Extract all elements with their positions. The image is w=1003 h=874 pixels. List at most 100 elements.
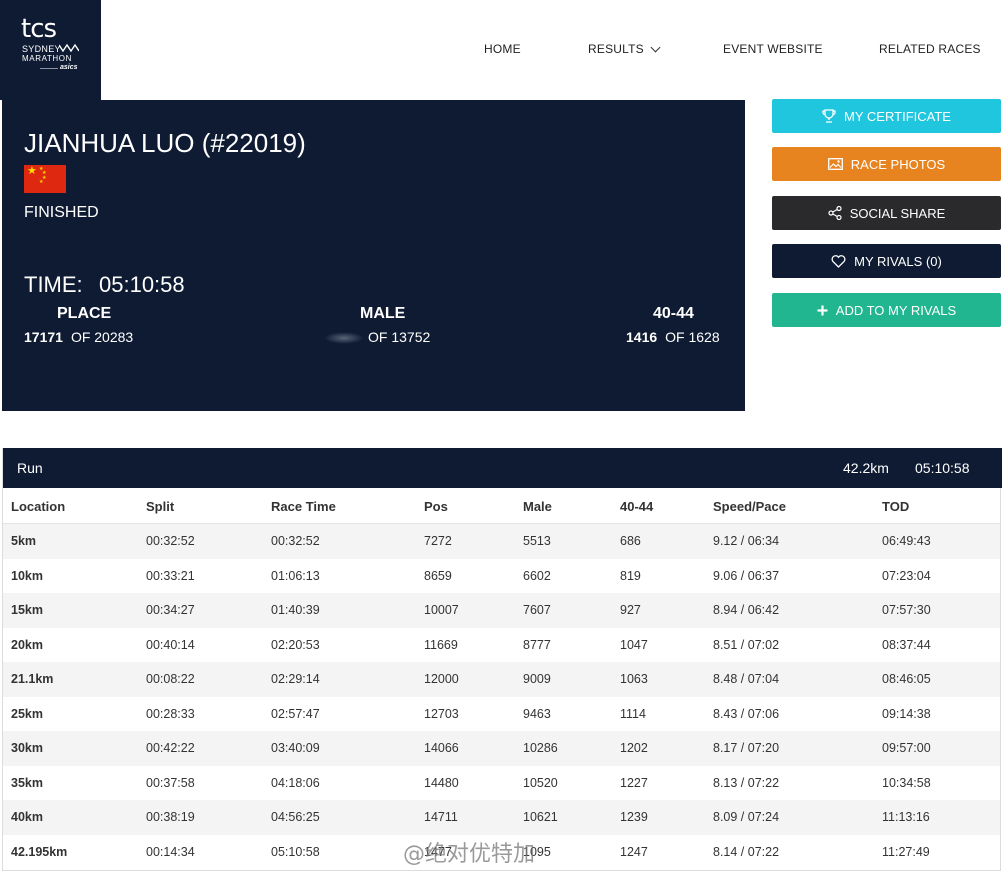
table-row: 5km 00:32:52 00:32:52 7272 5513 686 9.12…: [3, 524, 1000, 559]
cell-speed-pace: 8.13 / 07:22: [713, 775, 780, 790]
add-to-rivals-button[interactable]: ADD TO MY RIVALS: [772, 293, 1001, 327]
cell-male: 6602: [523, 568, 551, 583]
table-row: 21.1km 00:08:22 02:29:14 12000 9009 1063…: [3, 662, 1000, 697]
cell-male: 8777: [523, 637, 551, 652]
cell-male: 9009: [523, 672, 551, 686]
cell-speed-pace: 8.51 / 07:02: [713, 637, 780, 652]
table-row: 15km 00:34:27 01:40:39 10007 7607 927 8.…: [3, 593, 1000, 628]
age-group-rank: 1416: [626, 329, 658, 345]
cell-position: 10007: [424, 603, 459, 617]
cell-tod: 11:27:49: [882, 844, 930, 859]
cell-race-time: 02:29:14: [271, 672, 320, 686]
photo-icon: [827, 158, 843, 170]
my-rivals-button[interactable]: MY RIVALS (0): [772, 244, 1001, 278]
race-photos-button[interactable]: RACE PHOTOS: [772, 147, 1001, 181]
cell-race-time: 02:57:47: [271, 706, 320, 721]
nav-event-website[interactable]: EVENT WEBSITE: [723, 42, 823, 56]
table-row: 30km 00:42:22 03:40:09 14066 10286 1202 …: [3, 731, 1000, 766]
nav-related-races[interactable]: RELATED RACES: [879, 42, 981, 56]
cell-male: 10520: [523, 775, 558, 790]
cell-age-group: 1063: [620, 672, 648, 686]
plus-icon: [817, 305, 828, 315]
cell-age-group: 1247: [620, 844, 648, 859]
cell-speed-pace: 8.48 / 07:04: [713, 672, 780, 686]
athlete-summary-panel: JIANHUA LUO (#22019) ★ ★ ★ ★ ★ FINISHED …: [2, 100, 745, 411]
watermark-text: @绝对优特加: [403, 842, 536, 867]
cell-male: 10621: [523, 810, 558, 824]
cell-tod: 07:57:30: [882, 603, 931, 617]
finish-status: FINISHED: [24, 204, 99, 221]
col-split[interactable]: Split: [146, 499, 174, 514]
cell-location: 40km: [11, 810, 43, 824]
nav-results-label: RESULTS: [588, 42, 644, 56]
table-row: 20km 00:40:14 02:20:53 11669 8777 1047 8…: [3, 628, 1000, 663]
run-distance: 42.2km: [843, 460, 889, 476]
cell-tod: 11:13:16: [882, 810, 930, 824]
cell-location: 25km: [11, 706, 43, 721]
cell-male: 5513: [523, 534, 551, 548]
social-share-button[interactable]: SOCIAL SHARE: [772, 196, 1001, 230]
cell-position: 11669: [424, 637, 458, 652]
cell-race-time: 04:18:06: [271, 775, 320, 790]
cell-speed-pace: 8.09 / 07:24: [713, 810, 780, 824]
col-speed-pace[interactable]: Speed/Pace: [713, 499, 786, 514]
cell-age-group: 1047: [620, 637, 648, 652]
cell-speed-pace: 8.17 / 07:20: [713, 741, 780, 755]
race-photos-label: RACE PHOTOS: [850, 156, 946, 172]
cell-age-group: 1239: [620, 810, 648, 824]
cell-tod: 09:14:38: [882, 706, 931, 721]
logo-tcs-text: tcs: [21, 14, 57, 44]
col-age-group[interactable]: 40-44: [620, 499, 653, 514]
gender-rank-blurred: [324, 332, 364, 345]
cell-race-time: 04:56:25: [271, 810, 320, 824]
table-row: 40km 00:38:19 04:56:25 14711 10621 1239 …: [3, 800, 1000, 835]
cell-position: 12703: [424, 706, 459, 721]
time-label: TIME:: [24, 272, 83, 297]
nav-results[interactable]: RESULTS: [588, 42, 661, 56]
cell-location: 30km: [11, 741, 43, 755]
cell-male: 7607: [523, 603, 551, 617]
cell-race-time: 01:40:39: [271, 603, 320, 617]
place-stat: 17171 OF 20283: [24, 329, 133, 345]
col-location[interactable]: Location: [11, 499, 65, 514]
table-body: 5km 00:32:52 00:32:52 7272 5513 686 9.12…: [3, 524, 1000, 869]
my-certificate-label: MY CERTIFICATE: [844, 108, 951, 124]
cell-tod: 06:49:43: [882, 534, 931, 548]
cell-age-group: 819: [620, 568, 641, 583]
table-row: 25km 00:28:33 02:57:47 12703 9463 1114 8…: [3, 697, 1000, 732]
cell-race-time: 03:40:09: [271, 741, 320, 755]
cell-tod: 07:23:04: [882, 568, 931, 583]
col-tod[interactable]: TOD: [882, 499, 909, 514]
cell-speed-pace: 9.06 / 06:37: [713, 568, 780, 583]
col-male[interactable]: Male: [523, 499, 552, 514]
nav-home[interactable]: HOME: [484, 42, 521, 56]
cell-split: 00:38:19: [146, 810, 195, 824]
cell-male: 10286: [523, 741, 558, 755]
cell-split: 00:40:14: [146, 637, 195, 652]
cell-location: 10km: [11, 568, 43, 583]
cell-tod: 10:34:58: [882, 775, 931, 790]
cell-race-time: 00:32:52: [271, 534, 320, 548]
table-row: 10km 00:33:21 01:06:13 8659 6602 819 9.0…: [3, 559, 1000, 594]
place-label: PLACE: [57, 305, 112, 322]
col-position[interactable]: Pos: [424, 499, 448, 514]
cell-split: 00:32:52: [146, 534, 195, 548]
my-rivals-label: MY RIVALS (0): [854, 253, 942, 269]
cell-split: 00:34:27: [146, 603, 195, 617]
site-logo[interactable]: tcs SYDNEY MARATHON asics: [0, 0, 101, 100]
logo-divider: [40, 68, 58, 69]
my-certificate-button[interactable]: MY CERTIFICATE: [772, 99, 1001, 133]
run-header: Run 42.2km 05:10:58: [3, 448, 1002, 488]
place-total: OF 20283: [70, 329, 134, 345]
cell-race-time: 01:06:13: [271, 568, 320, 583]
cell-location: 15km: [11, 603, 43, 617]
cell-position: 14480: [424, 775, 459, 790]
age-group-label: 40-44: [653, 305, 694, 322]
athlete-name: JIANHUA LUO (#22019): [24, 128, 306, 158]
cell-speed-pace: 8.43 / 07:06: [713, 706, 780, 721]
col-race-time[interactable]: Race Time: [271, 499, 336, 514]
cell-split: 00:14:34: [146, 844, 195, 859]
cell-race-time: 02:20:53: [271, 637, 320, 652]
cell-tod: 09:57:00: [882, 741, 931, 755]
cell-age-group: 927: [620, 603, 641, 617]
